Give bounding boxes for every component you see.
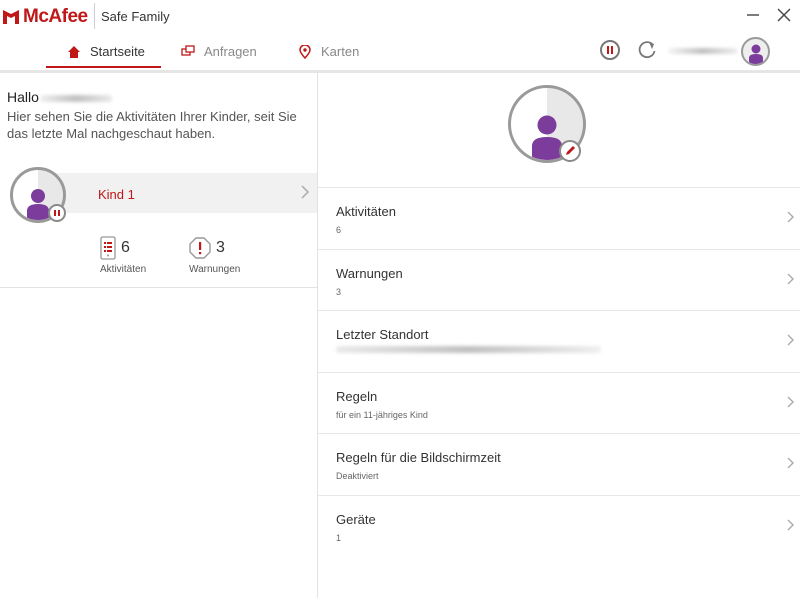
detail-item-title: Letzter Standort	[336, 327, 429, 342]
close-icon	[777, 8, 791, 22]
close-button[interactable]	[773, 4, 795, 26]
title-bar: McAfee Safe Family	[0, 0, 800, 34]
home-icon	[68, 45, 80, 58]
pause-internet-button[interactable]	[600, 40, 620, 60]
warnings-count: 3	[216, 239, 225, 256]
pause-icon	[607, 46, 609, 54]
detail-item-title: Regeln	[336, 388, 378, 404]
detail-item-letzter-standort[interactable]: Letzter Standort	[318, 310, 800, 372]
location-redacted	[336, 346, 601, 353]
pause-icon	[54, 210, 56, 216]
detail-item-geraete[interactable]: Geräte 1	[318, 494, 800, 557]
refresh-icon[interactable]	[636, 39, 658, 61]
activities-stat[interactable]: 6 Aktivitäten	[100, 235, 146, 275]
chevron-right-icon	[301, 185, 310, 199]
detail-item-subtitle: 3	[336, 286, 342, 297]
account-avatar[interactable]	[741, 37, 770, 66]
child-row-background	[39, 173, 317, 213]
minimize-button[interactable]	[742, 4, 764, 26]
chevron-right-icon	[787, 396, 794, 407]
tab-startseite-label: Startseite	[90, 44, 145, 59]
tab-anfragen[interactable]: Anfragen	[181, 34, 257, 69]
mcafee-shield-icon	[3, 10, 19, 24]
warnings-label: Warnungen	[189, 264, 241, 275]
greeting: Hallo	[7, 89, 39, 105]
tab-karten[interactable]: Karten	[298, 34, 359, 69]
person-icon	[748, 44, 763, 64]
detail-item-subtitle: Deaktiviert	[336, 471, 379, 481]
user-name-redacted	[40, 95, 112, 102]
detail-item-subtitle: für ein 11-jähriges Kind	[336, 409, 428, 420]
product-name: Safe Family	[101, 9, 170, 24]
mcafee-logo: McAfee	[2, 6, 88, 28]
chevron-right-icon	[787, 211, 794, 223]
child-detail-panel: Aktivitäten 6 Warnungen 3 Letzter Stando…	[318, 73, 800, 598]
pencil-icon	[566, 146, 575, 155]
child-pause-badge[interactable]	[48, 204, 66, 222]
chevron-right-icon	[787, 273, 794, 284]
warning-icon	[189, 237, 211, 259]
tab-anfragen-label: Anfragen	[204, 44, 257, 59]
pause-icon-bar	[58, 210, 60, 216]
tab-startseite[interactable]: Startseite	[46, 34, 161, 69]
child-name: Kind 1	[98, 187, 135, 202]
detail-item-regeln[interactable]: Regeln für ein 11-jähriges Kind	[318, 371, 800, 434]
warnings-stat[interactable]: 3 Warnungen	[189, 235, 240, 275]
edit-profile-button[interactable]	[559, 140, 581, 162]
child-row[interactable]: Kind 1	[0, 167, 317, 223]
tab-karten-label: Karten	[321, 44, 360, 59]
activity-list-icon	[100, 236, 116, 260]
app-window: McAfee Safe Family Startseite Anfragen K…	[0, 0, 800, 598]
pause-icon-bar	[611, 46, 613, 54]
map-pin-icon	[299, 44, 311, 59]
section-divider	[0, 287, 317, 288]
minimize-icon	[747, 14, 759, 16]
detail-item-warnungen[interactable]: Warnungen 3	[318, 248, 800, 311]
title-separator	[94, 3, 95, 29]
account-name-redacted	[668, 48, 738, 54]
detail-item-aktivitaeten[interactable]: Aktivitäten 6	[318, 187, 800, 249]
chevron-right-icon	[787, 334, 794, 346]
detail-item-title: Aktivitäten	[336, 204, 396, 219]
detail-item-title: Geräte	[336, 511, 376, 527]
detail-item-bildschirmzeit[interactable]: Regeln für die Bildschirmzeit Deaktivier…	[318, 433, 800, 495]
detail-item-subtitle: 6	[336, 225, 342, 235]
overview-panel: Hallo Hier sehen Sie die Aktivitäten Ihr…	[0, 73, 318, 598]
detail-item-title: Warnungen	[336, 265, 403, 281]
detail-item-subtitle: 1	[336, 532, 342, 543]
intro-text: Hier sehen Sie die Aktivitäten Ihrer Kin…	[7, 109, 297, 141]
chevron-right-icon	[787, 519, 794, 530]
requests-icon	[181, 44, 195, 56]
detail-item-title: Regeln für die Bildschirmzeit	[336, 450, 501, 465]
activities-label: Aktivitäten	[100, 264, 147, 275]
active-tab-indicator	[46, 66, 161, 68]
activities-count: 6	[121, 239, 130, 256]
chevron-right-icon	[787, 457, 794, 469]
brand-name: McAfee	[23, 6, 88, 27]
main-nav: Startseite Anfragen Karten	[0, 34, 800, 72]
detail-list: Aktivitäten 6 Warnungen 3 Letzter Stando…	[318, 187, 800, 556]
